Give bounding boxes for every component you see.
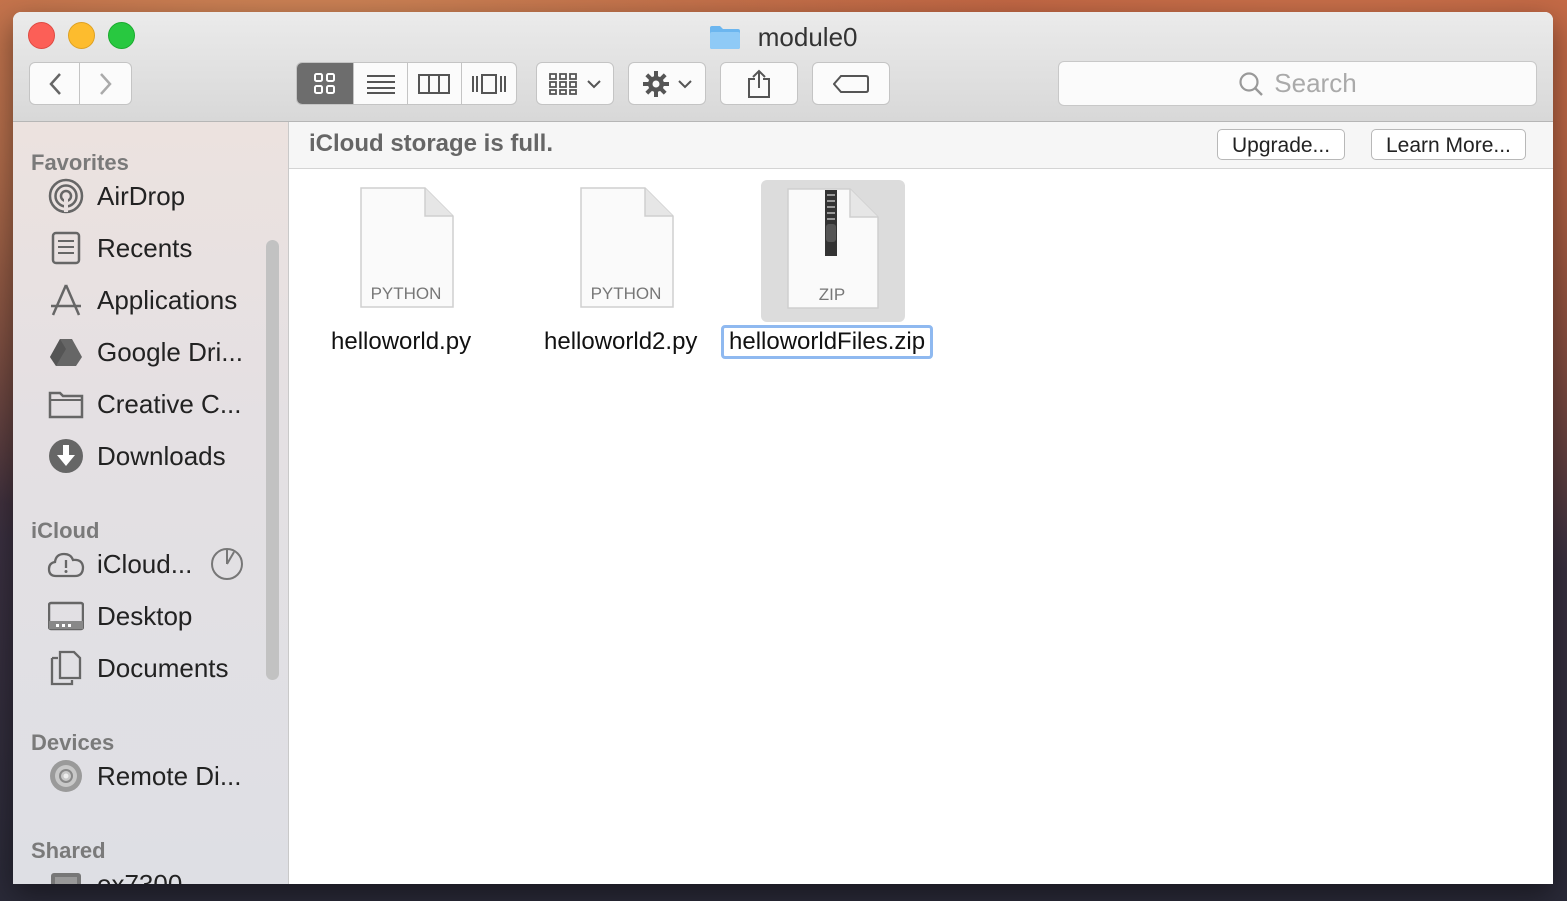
sidebar-item-remote-disc[interactable]: Remote Di... <box>47 754 242 798</box>
back-icon <box>48 72 61 95</box>
icloud-storage-banner: iCloud storage is full. Upgrade... Learn… <box>289 122 1553 169</box>
cover-flow-icon <box>471 73 506 94</box>
computer-icon <box>47 865 85 884</box>
google-drive-icon <box>47 333 85 371</box>
nav-buttons <box>29 62 132 105</box>
tag-icon <box>833 74 869 93</box>
file-name-rename-field[interactable]: helloworldFiles.zip <box>721 325 934 359</box>
column-view-button[interactable] <box>408 63 462 104</box>
sidebar-item-label: Google Dri... <box>97 336 243 367</box>
file-name: helloworld.py <box>331 328 472 355</box>
tags-button[interactable] <box>812 62 890 105</box>
gear-icon <box>643 70 669 97</box>
shared-header: Shared <box>31 838 106 863</box>
sidebar-item-icloud-drive[interactable]: iCloud... <box>47 542 244 586</box>
banner-message: iCloud storage is full. <box>309 130 554 157</box>
sidebar-item-ex7300[interactable]: ex7300 <box>47 862 182 884</box>
documents-icon <box>47 649 85 687</box>
airdrop-icon <box>47 177 85 215</box>
arrange-button[interactable] <box>536 62 614 105</box>
file-type-label: ZIP <box>819 285 845 304</box>
column-view-icon <box>418 73 451 94</box>
sidebar-item-airdrop[interactable]: AirDrop <box>47 174 185 218</box>
arrange-icon <box>549 72 577 95</box>
back-button[interactable] <box>30 63 81 104</box>
sidebar-item-applications[interactable]: Applications <box>47 278 237 322</box>
forward-button[interactable] <box>80 63 131 104</box>
icloud-header: iCloud <box>31 518 100 543</box>
action-button[interactable] <box>628 62 706 105</box>
search-icon <box>1239 71 1264 96</box>
cover-flow-view-button[interactable] <box>462 63 516 104</box>
sidebar-item-recents[interactable]: Recents <box>47 226 192 270</box>
icon-view-button[interactable] <box>297 63 355 104</box>
finder-window: module0 Search Favorites AirDrop Recents… <box>13 12 1553 884</box>
sidebar-item-documents[interactable]: Documents <box>47 646 229 690</box>
sidebar-item-label: Downloads <box>97 440 226 471</box>
sidebar-item-label: Documents <box>97 652 229 683</box>
sidebar-item-label: AirDrop <box>97 180 186 211</box>
sidebar-item-desktop[interactable]: Desktop <box>47 594 192 638</box>
sidebar-item-label: ex7300 <box>97 868 183 885</box>
upgrade-button[interactable]: Upgrade... <box>1217 129 1346 160</box>
downloads-icon <box>47 437 85 475</box>
file-name: helloworld2.py <box>544 328 698 355</box>
window-title-text: module0 <box>757 22 858 53</box>
disc-icon <box>47 757 85 795</box>
sidebar-item-label: Remote Di... <box>97 760 242 791</box>
list-view-button[interactable] <box>354 63 408 104</box>
title-bar: module0 Search <box>13 12 1553 122</box>
applications-icon <box>47 281 85 319</box>
file-type-label: PYTHON <box>591 284 662 303</box>
learn-more-button[interactable]: Learn More... <box>1371 129 1526 160</box>
zip-file-icon: ZIP <box>787 188 879 309</box>
share-icon <box>748 69 770 98</box>
folder-icon <box>709 26 740 50</box>
forward-icon <box>99 72 112 95</box>
view-mode-control <box>296 62 517 105</box>
storage-pie-icon <box>211 548 244 580</box>
sidebar-scrollbar[interactable] <box>266 240 279 680</box>
favorites-header: Favorites <box>31 150 129 175</box>
sidebar: Favorites AirDrop Recents Applications G… <box>13 122 289 884</box>
python-file-icon: PYTHON <box>360 187 454 308</box>
recents-icon <box>47 229 85 267</box>
icon-view-icon <box>314 72 336 94</box>
sidebar-item-google-drive[interactable]: Google Dri... <box>47 330 243 374</box>
desktop-icon <box>47 597 85 635</box>
chevron-down-icon <box>678 79 692 88</box>
window-title: module0 <box>13 18 1553 52</box>
sidebar-item-downloads[interactable]: Downloads <box>47 434 226 478</box>
share-button[interactable] <box>720 62 798 105</box>
cloud-icon <box>47 545 85 583</box>
python-file-icon: PYTHON <box>580 187 674 308</box>
sidebar-item-label: Creative C... <box>97 388 242 419</box>
devices-header: Devices <box>31 730 115 755</box>
chevron-down-icon <box>587 79 601 88</box>
sidebar-item-label: Recents <box>97 232 193 263</box>
search-field[interactable]: Search <box>1058 61 1537 106</box>
folder-icon <box>47 385 85 423</box>
file-type-label: PYTHON <box>371 284 442 303</box>
sidebar-item-creative-cloud[interactable]: Creative C... <box>47 382 242 426</box>
sidebar-item-label: Desktop <box>97 600 193 631</box>
list-view-icon <box>366 74 395 94</box>
search-placeholder: Search <box>1274 68 1357 98</box>
sidebar-item-label: Applications <box>97 284 238 315</box>
sidebar-item-label: iCloud... <box>97 548 193 579</box>
